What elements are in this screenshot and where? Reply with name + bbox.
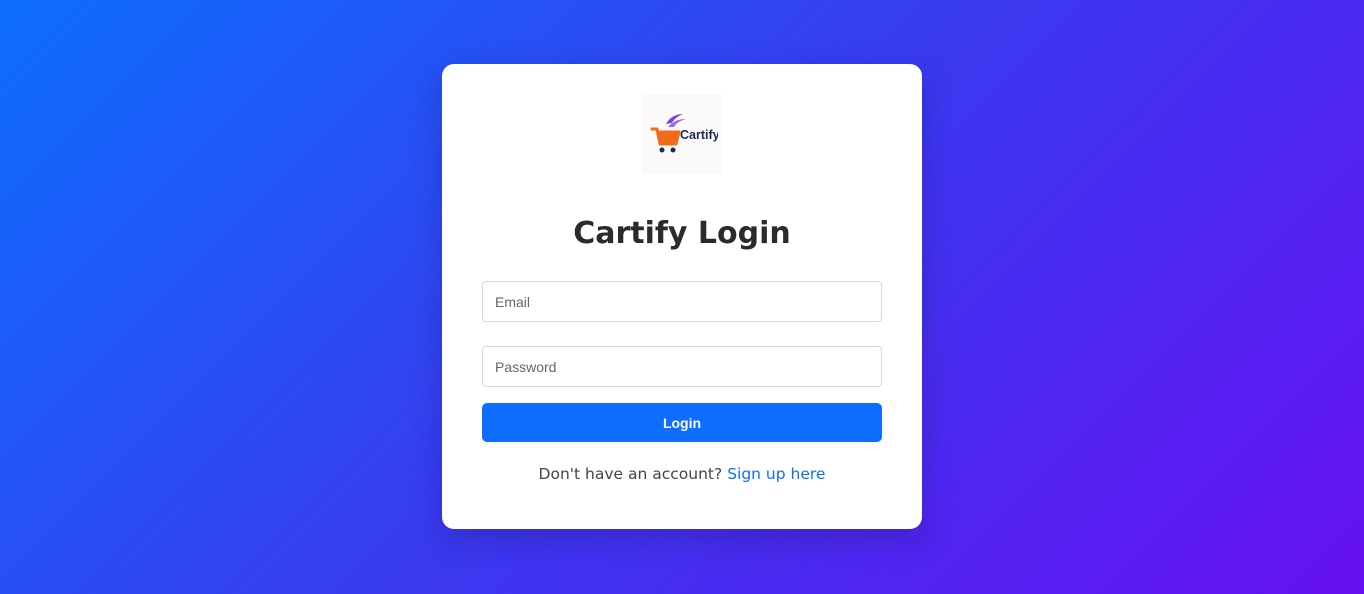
login-button[interactable]: Login — [482, 403, 882, 442]
logo-text: Cartify — [680, 128, 718, 142]
signup-prompt-row: Don't have an account? Sign up here — [442, 463, 922, 485]
signup-prompt-text: Don't have an account? — [538, 465, 723, 483]
page-title: Cartify Login — [573, 216, 791, 251]
password-field[interactable] — [482, 346, 882, 387]
login-card: Cartify Cartify Login Login Don't have a… — [442, 64, 922, 529]
signup-link[interactable]: Sign up here — [727, 465, 825, 483]
shopping-cart-icon: Cartify — [650, 114, 718, 153]
brand-logo: Cartify — [642, 94, 722, 174]
email-field[interactable] — [482, 281, 882, 322]
